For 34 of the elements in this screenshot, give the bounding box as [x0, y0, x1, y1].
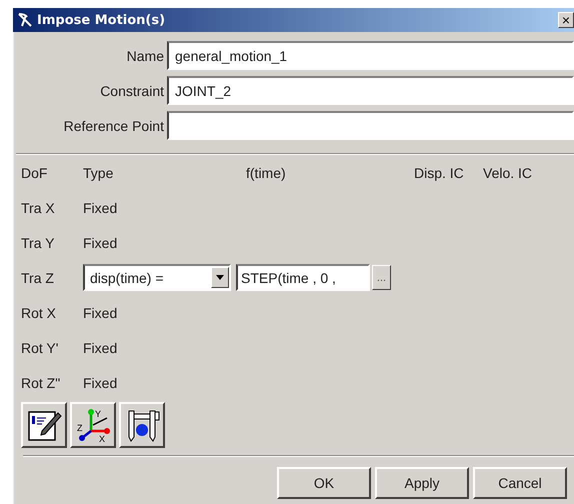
browse-button[interactable]: ...	[372, 265, 391, 290]
function-field[interactable]: STEP(time , 0 ,	[236, 264, 370, 291]
field-label: Reference Point	[62, 118, 165, 134]
dof-label: Rot Y'	[21, 340, 60, 356]
window-title: Impose Motion(s)	[37, 12, 166, 28]
type-label: Fixed	[83, 340, 118, 356]
tool-button[interactable]	[119, 402, 165, 448]
field-label: Constraint	[99, 82, 165, 98]
field-label: Name	[126, 48, 165, 64]
column-header: DoF	[21, 164, 48, 180]
column-header: Disp. IC	[414, 164, 465, 180]
dof-label: Tra Z	[21, 270, 55, 286]
column-header: Velo. IC	[483, 164, 534, 180]
type-label: Fixed	[83, 304, 118, 320]
tool-button[interactable]	[21, 402, 67, 448]
type-label: Fixed	[83, 200, 118, 216]
dof-label: Tra X	[21, 200, 56, 216]
dialog-button[interactable]: Cancel	[473, 467, 567, 499]
column-header: f(time)	[246, 164, 287, 180]
dof-label: Tra Y	[21, 234, 56, 250]
input-field[interactable]: general_motion_1	[167, 41, 574, 70]
type-label: Fixed	[83, 234, 118, 250]
caret-icon	[216, 275, 224, 280]
dialog-button[interactable]: Apply	[375, 467, 469, 499]
dof-label: Rot X	[21, 304, 58, 320]
input-field[interactable]: JOINT_2	[167, 76, 574, 105]
column-header: Type	[83, 164, 114, 180]
dialog-button[interactable]: OK	[277, 467, 371, 499]
input-field[interactable]	[167, 111, 574, 140]
type-label: Fixed	[83, 374, 118, 390]
dof-label: Rot Z"	[21, 374, 62, 390]
close-button[interactable]: ×	[558, 12, 574, 28]
motion-icon	[17, 12, 33, 28]
type-dropdown[interactable]: disp(time) =	[83, 264, 231, 291]
